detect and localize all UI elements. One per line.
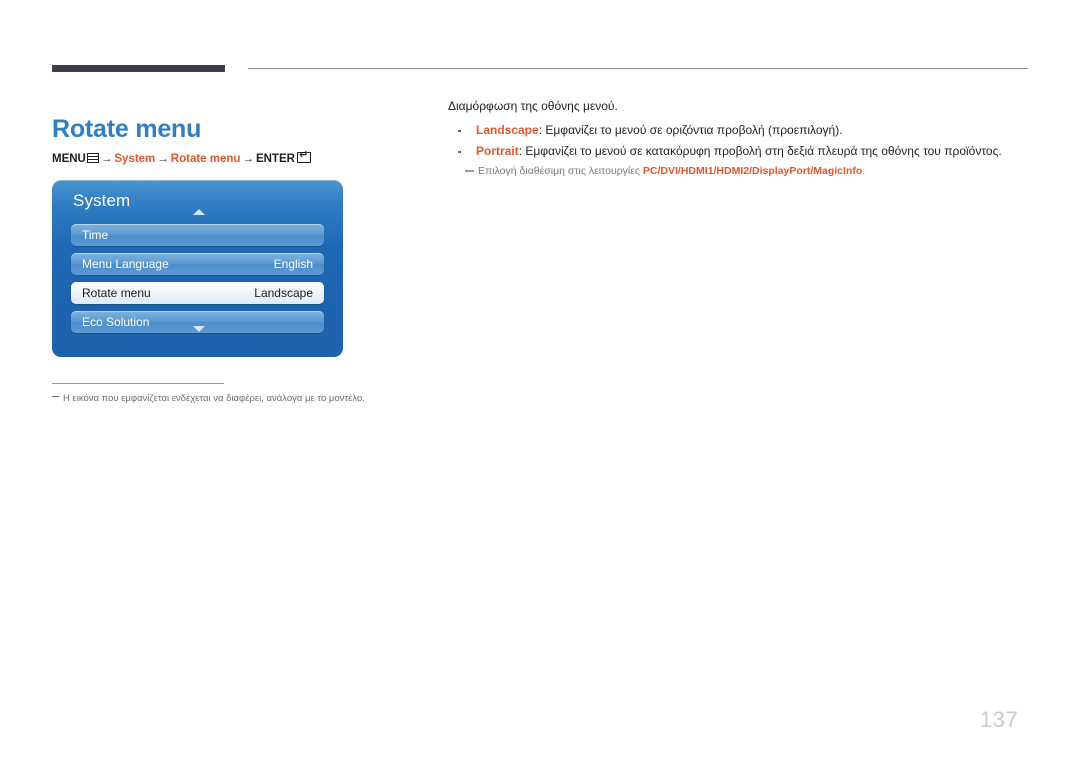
list-item-landscape: Landscape: Εμφανίζει το μενού σε οριζόντ… <box>448 120 1048 141</box>
page-number: 137 <box>980 707 1019 732</box>
breadcrumb-menu-label: MENU <box>52 153 86 165</box>
page-header-rules <box>0 0 1080 80</box>
availability-note-suffix: . <box>862 165 866 177</box>
option-term: Landscape <box>476 123 539 137</box>
osd-row-value: English <box>273 257 313 271</box>
osd-row-label: Menu Language <box>82 257 169 271</box>
osd-row-time[interactable]: Time <box>71 224 324 246</box>
page-title: Rotate menu <box>52 114 202 143</box>
breadcrumb-step-rotate-menu: Rotate menu <box>170 153 241 165</box>
description-intro: Διαμόρφωση της οθόνης μενού. <box>448 99 618 113</box>
enter-arrow-icon <box>296 150 311 163</box>
note-dash-icon <box>52 396 59 397</box>
list-item-portrait: Portrait: Εμφανίζει το μενού σε κατακόρυ… <box>448 141 1048 162</box>
option-list: Landscape: Εμφανίζει το μενού σε οριζόντ… <box>448 120 1048 162</box>
breadcrumb-arrow-3: → <box>242 153 254 165</box>
supported-inputs: PC/DVI/HDMI1/HDMI2/DisplayPort/MagicInfo <box>642 165 863 177</box>
breadcrumb-arrow-1: → <box>100 153 113 165</box>
breadcrumb: MENU → System → Rotate menu → ENTER <box>52 150 311 166</box>
image-note-rule <box>52 383 224 384</box>
osd-row-rotate-menu[interactable]: Rotate menu Landscape <box>71 282 324 304</box>
breadcrumb-step-system: System <box>114 153 156 165</box>
breadcrumb-arrow-2: → <box>157 153 169 165</box>
chevron-down-icon[interactable] <box>193 326 205 332</box>
osd-row-label: Rotate menu <box>82 286 151 300</box>
osd-panel-title: System <box>73 191 131 210</box>
osd-row-value: Landscape <box>254 286 313 300</box>
chevron-up-icon[interactable] <box>193 209 205 215</box>
menu-bars-icon <box>86 153 99 163</box>
breadcrumb-enter-label: ENTER <box>255 153 295 165</box>
osd-menu-panel: System Time Menu Language English Rotate… <box>52 180 343 357</box>
osd-row-menu-language[interactable]: Menu Language English <box>71 253 324 275</box>
header-thin-rule <box>248 68 1028 69</box>
note-dash-icon <box>465 170 474 172</box>
header-thick-rule <box>52 65 225 72</box>
option-text: : Εμφανίζει το μενού σε κατακόρυφη προβο… <box>518 144 1002 158</box>
osd-row-label: Eco Solution <box>82 315 150 329</box>
option-text: : Εμφανίζει το μενού σε οριζόντια προβολ… <box>538 123 843 137</box>
osd-menu-list: Time Menu Language English Rotate menu L… <box>71 224 324 340</box>
availability-note: Επιλογή διαθέσιμη στις λειτουργίες PC/DV… <box>448 163 1048 179</box>
image-note: Η εικόνα που εμφανίζεται ενδέχεται να δι… <box>52 392 365 405</box>
description-block: Διαμόρφωση της οθόνης μενού. Landscape: … <box>448 98 1048 179</box>
availability-note-prefix: Επιλογή διαθέσιμη στις λειτουργίες <box>478 165 643 177</box>
option-term: Portrait <box>476 144 519 158</box>
image-note-text: Η εικόνα που εμφανίζεται ενδέχεται να δι… <box>63 393 365 404</box>
osd-row-label: Time <box>82 228 109 242</box>
